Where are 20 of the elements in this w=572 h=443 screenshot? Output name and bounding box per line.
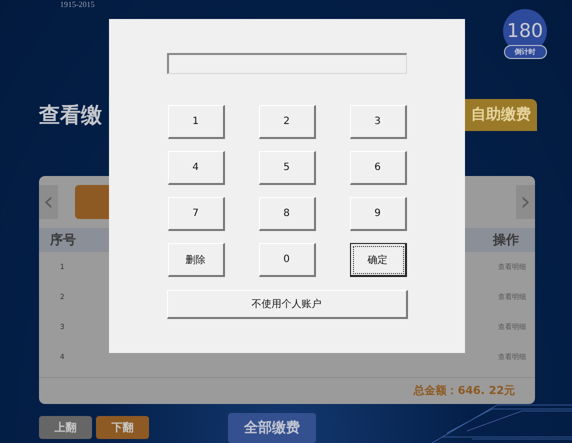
keypad-key[interactable]: 9 xyxy=(350,197,406,231)
keypad-key[interactable]: 4 xyxy=(168,151,224,185)
keypad-key[interactable]: 1 xyxy=(168,105,224,139)
year-range: 1915-2015 xyxy=(60,0,96,10)
keypad-key[interactable]: 确定 xyxy=(350,243,406,277)
column-header: 操作 xyxy=(493,232,519,250)
keypad-key[interactable]: 8 xyxy=(258,197,316,231)
pay-all-button[interactable]: 全部缴费 xyxy=(228,412,316,443)
keypad-key[interactable]: 5 xyxy=(258,151,316,185)
skip-account-button[interactable]: 不使用个人账户 xyxy=(166,290,408,319)
page-title: 查看缴 xyxy=(39,102,102,130)
input-field[interactable] xyxy=(167,53,407,74)
keypad-key[interactable]: 删除 xyxy=(168,243,224,277)
keypad-key[interactable]: 0 xyxy=(258,243,316,277)
column-header: 序号 xyxy=(50,232,76,250)
keypad-key[interactable]: 6 xyxy=(350,151,406,185)
keypad-key[interactable]: 3 xyxy=(350,105,406,139)
total-amount: 总金额：646. 22元 xyxy=(414,383,515,398)
keypad-key[interactable]: 2 xyxy=(258,105,316,139)
keypad-key[interactable]: 7 xyxy=(168,197,224,231)
